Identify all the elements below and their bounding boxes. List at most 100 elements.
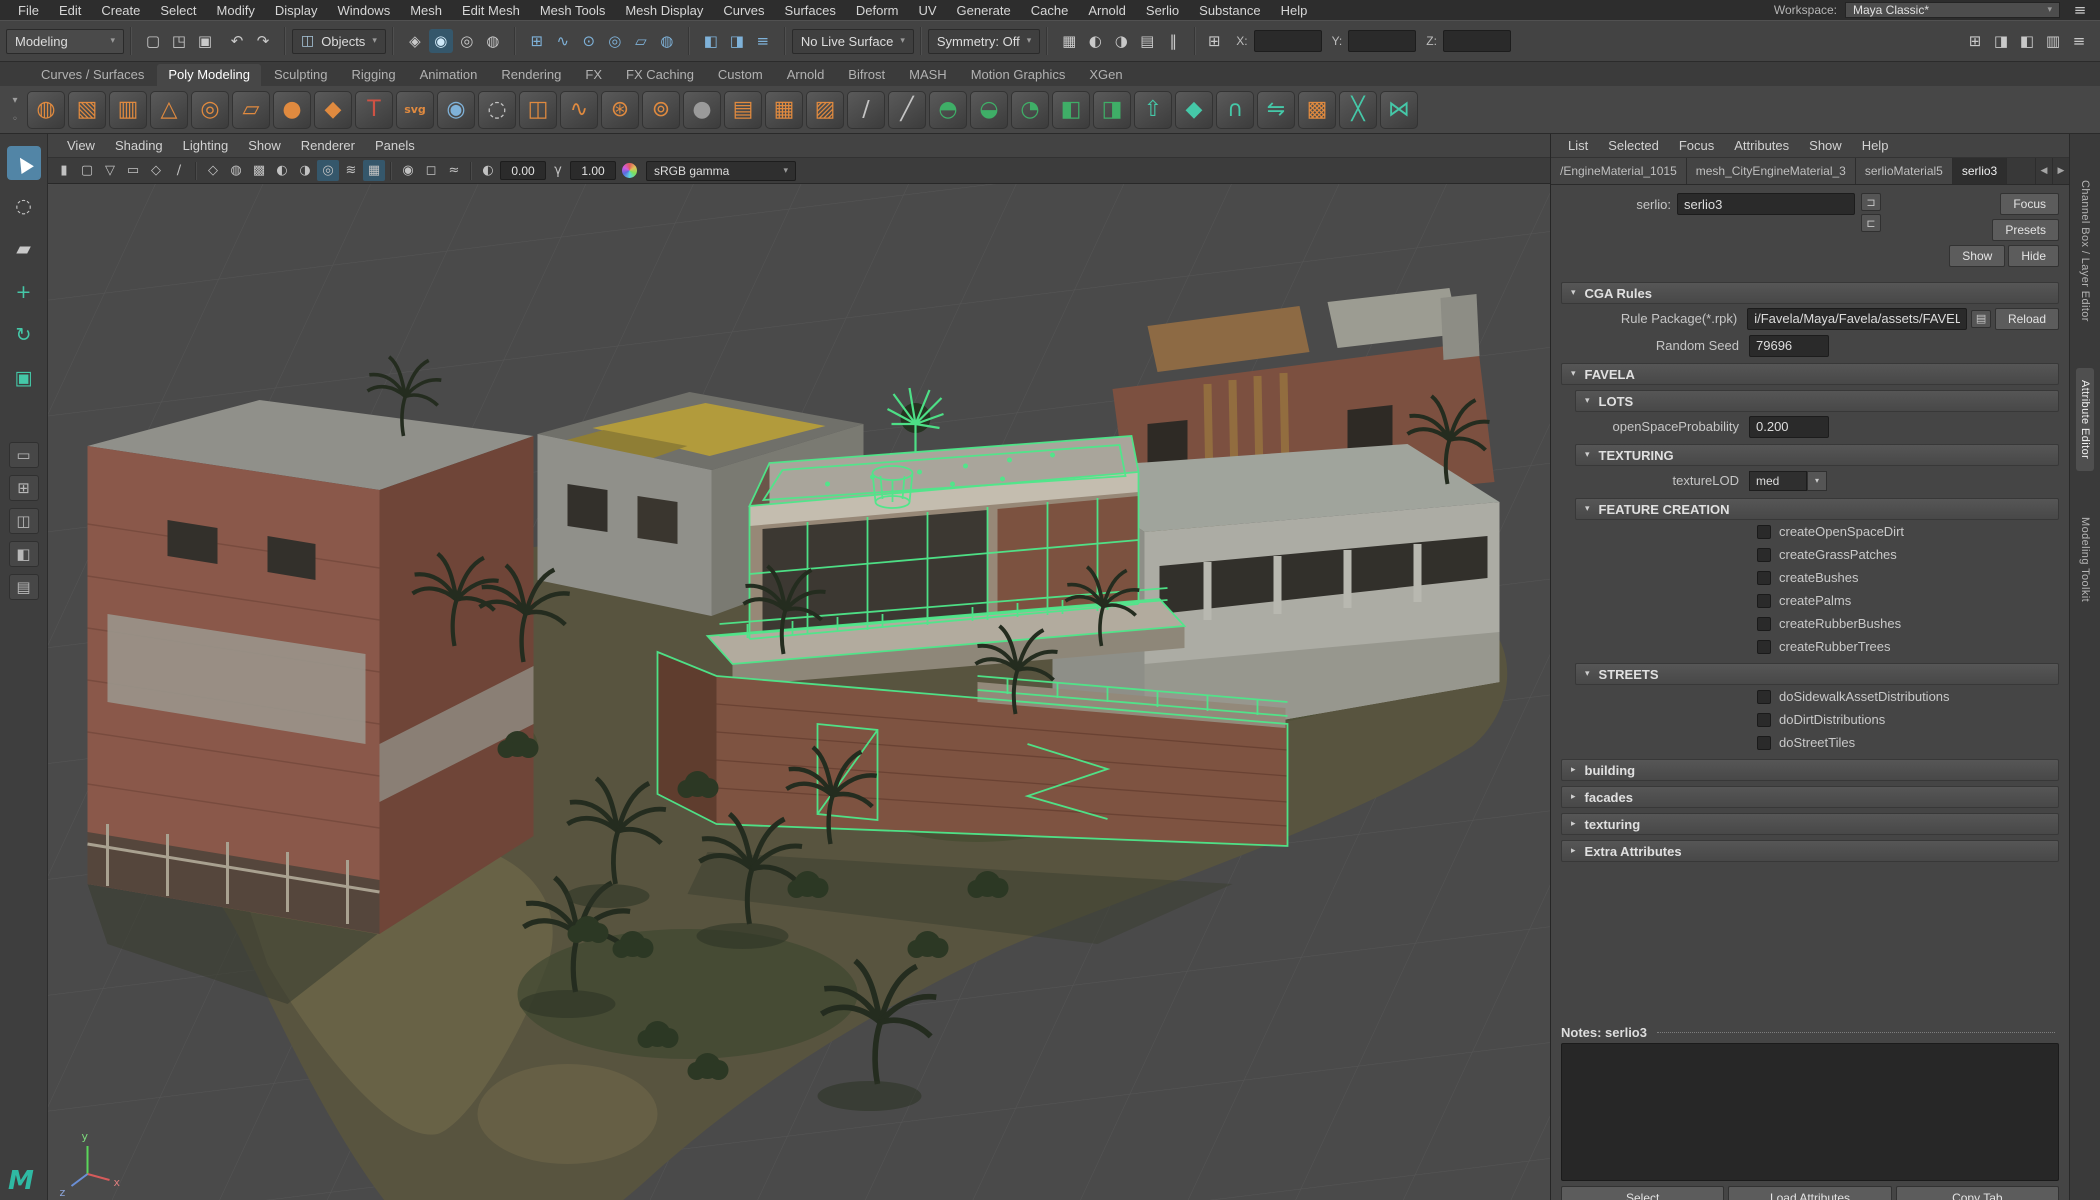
shelf-tab[interactable]: Poly Modeling — [157, 64, 261, 86]
select-by-hierarchy-icon[interactable]: ◈ — [403, 29, 427, 53]
anti-aliasing-icon[interactable]: ▦ — [363, 160, 385, 181]
image-plane-icon[interactable]: ▭ — [122, 160, 144, 181]
isolate-select-icon[interactable]: ◉ — [397, 160, 419, 181]
new-scene-icon[interactable]: ▢ — [141, 29, 165, 53]
reload-button[interactable]: Reload — [1995, 308, 2059, 330]
xray-icon[interactable]: ◻ — [420, 160, 442, 181]
two-d-pan-zoom-icon[interactable]: ◇ — [145, 160, 167, 181]
menu-item[interactable]: Windows — [327, 3, 400, 18]
poly-grid-b-icon[interactable]: ▦ — [765, 91, 803, 129]
checkbox[interactable] — [1757, 690, 1771, 704]
node-tab[interactable]: serlio3 — [1953, 158, 2007, 184]
checkbox-row[interactable]: createPalms — [1757, 589, 2059, 612]
use-all-lights-icon[interactable]: ◐ — [271, 160, 293, 181]
combine-icon[interactable]: ◧ — [1052, 91, 1090, 129]
attribute-editor-menu-item[interactable]: Selected — [1599, 138, 1668, 153]
gamma-icon[interactable]: γ — [547, 160, 569, 181]
menu-item[interactable]: UV — [908, 3, 946, 18]
toggle-attribute-editor-icon[interactable]: ◨ — [1989, 29, 2013, 53]
select-tool-icon[interactable]: ▲ — [7, 146, 41, 180]
attribute-editor-menu-item[interactable]: Show — [1800, 138, 1851, 153]
output-connections-icon[interactable]: ◨ — [725, 29, 749, 53]
motion-blur-icon[interactable]: ≋ — [340, 160, 362, 181]
viewport-menu-item[interactable]: Renderer — [292, 138, 364, 153]
boolean-difference-icon[interactable]: ◒ — [970, 91, 1008, 129]
quad-draw-icon[interactable]: ∕ — [847, 91, 885, 129]
poly-sphere-icon[interactable]: ◍ — [27, 91, 65, 129]
workspace-options-icon[interactable]: ≡ — [2068, 0, 2092, 22]
shelf-tab[interactable]: Rendering — [490, 64, 572, 86]
checkbox[interactable] — [1757, 594, 1771, 608]
shelf-gear-icon[interactable]: ◦ — [12, 114, 18, 125]
render-current-frame-icon[interactable]: ◐ — [1083, 29, 1107, 53]
mirror-icon[interactable]: ⇋ — [1257, 91, 1295, 129]
checkbox-row[interactable]: doStreetTiles — [1757, 731, 2059, 754]
selection-mask-selector[interactable]: ◫ Objects ▾ — [292, 29, 386, 54]
checkbox-row[interactable]: createRubberBushes — [1757, 612, 2059, 635]
live-surface-selector[interactable]: No Live Surface ▾ — [792, 29, 914, 54]
collapsed-section[interactable]: ▸ Extra Attributes — [1561, 840, 2059, 862]
menu-item[interactable]: Deform — [846, 3, 909, 18]
redo-icon[interactable]: ↷ — [251, 29, 275, 53]
shelf-tab[interactable]: Curves / Surfaces — [30, 64, 155, 86]
layout-outliner-pane-icon[interactable]: ◧ — [9, 541, 39, 567]
camera-lock-icon[interactable]: ▢ — [76, 160, 98, 181]
snap-to-view-plane-icon[interactable]: ▱ — [629, 29, 653, 53]
poly-pipe-icon[interactable]: ◫ — [519, 91, 557, 129]
show-button[interactable]: Show — [1949, 245, 2005, 267]
move-tool-icon[interactable]: + — [7, 275, 41, 309]
attribute-editor-menu-item[interactable]: Help — [1853, 138, 1898, 153]
collapsed-section[interactable]: ▸ building — [1561, 759, 2059, 781]
boolean-union-icon[interactable]: ◓ — [929, 91, 967, 129]
section-favela[interactable]: ▾ FAVELA — [1561, 363, 2059, 385]
menu-item[interactable]: Help — [1271, 3, 1318, 18]
breakout-tab-icon[interactable]: ⊏ — [1861, 214, 1881, 232]
menu-item[interactable]: Select — [150, 3, 206, 18]
browse-folder-icon[interactable]: ▤ — [1971, 310, 1991, 328]
absolute-relative-icon[interactable]: ⊞ — [1202, 29, 1226, 53]
menu-item[interactable]: Create — [91, 3, 150, 18]
menu-item[interactable]: Mesh — [400, 3, 452, 18]
shelf-tab[interactable]: Sculpting — [263, 64, 338, 86]
shelf-tab[interactable]: MASH — [898, 64, 958, 86]
pin-tab-icon[interactable]: ⊐ — [1861, 193, 1881, 211]
checkbox-row[interactable]: createRubberTrees — [1757, 635, 2059, 658]
snap-to-projected-center-icon[interactable]: ◎ — [603, 29, 627, 53]
menu-item[interactable]: Edit Mesh — [452, 3, 530, 18]
footer-button[interactable]: Select — [1561, 1186, 1724, 1200]
bridge-icon[interactable]: ∩ — [1216, 91, 1254, 129]
node-tab[interactable]: mesh_CityEngineMaterial_3 — [1687, 158, 1856, 184]
node-tab[interactable]: /EngineMaterial_1015 — [1551, 158, 1687, 184]
workspace-selector[interactable]: Maya Classic* ▾ — [1845, 2, 2060, 18]
side-panel-tab[interactable]: Attribute Editor — [2076, 368, 2094, 471]
grease-pencil-icon[interactable]: ∕ — [168, 160, 190, 181]
extrude-icon[interactable]: ⇧ — [1134, 91, 1172, 129]
side-panel-tab[interactable]: Modeling Toolkit — [2076, 505, 2094, 614]
poly-helix-icon[interactable]: ∿ — [560, 91, 598, 129]
y-coordinate-input[interactable] — [1348, 30, 1416, 52]
ipr-render-icon[interactable]: ◑ — [1109, 29, 1133, 53]
menu-item[interactable]: Surfaces — [775, 3, 846, 18]
section-feature-creation[interactable]: ▾ FEATURE CREATION — [1575, 498, 2059, 520]
rule-package-input[interactable] — [1747, 308, 1967, 330]
texture-lod-select[interactable]: med — [1749, 471, 1807, 491]
construction-history-icon[interactable]: ≡ — [751, 29, 775, 53]
layout-single-pane-icon[interactable]: ▭ — [9, 442, 39, 468]
menu-item[interactable]: Generate — [947, 3, 1021, 18]
menu-item[interactable]: Modify — [207, 3, 265, 18]
section-streets[interactable]: ▾ STREETS — [1575, 663, 2059, 685]
shelf-tab[interactable]: XGen — [1078, 64, 1133, 86]
poly-gear-icon[interactable]: ⊛ — [601, 91, 639, 129]
separate-icon[interactable]: ◨ — [1093, 91, 1131, 129]
exposure-icon[interactable]: ◐ — [477, 160, 499, 181]
poly-platonic-b-icon[interactable]: ▨ — [806, 91, 844, 129]
menu-item[interactable]: Serlio — [1136, 3, 1189, 18]
poly-disc-icon[interactable]: ● — [273, 91, 311, 129]
open-space-probability-input[interactable] — [1749, 416, 1829, 438]
viewport-menu-item[interactable]: Shading — [106, 138, 172, 153]
shelf-tab[interactable]: Motion Graphics — [960, 64, 1077, 86]
checkbox-row[interactable]: doSidewalkAssetDistributions — [1757, 685, 2059, 708]
poly-grid-a-icon[interactable]: ▤ — [724, 91, 762, 129]
shelf-tab[interactable]: FX — [574, 64, 613, 86]
shelf-tab[interactable]: Custom — [707, 64, 774, 86]
